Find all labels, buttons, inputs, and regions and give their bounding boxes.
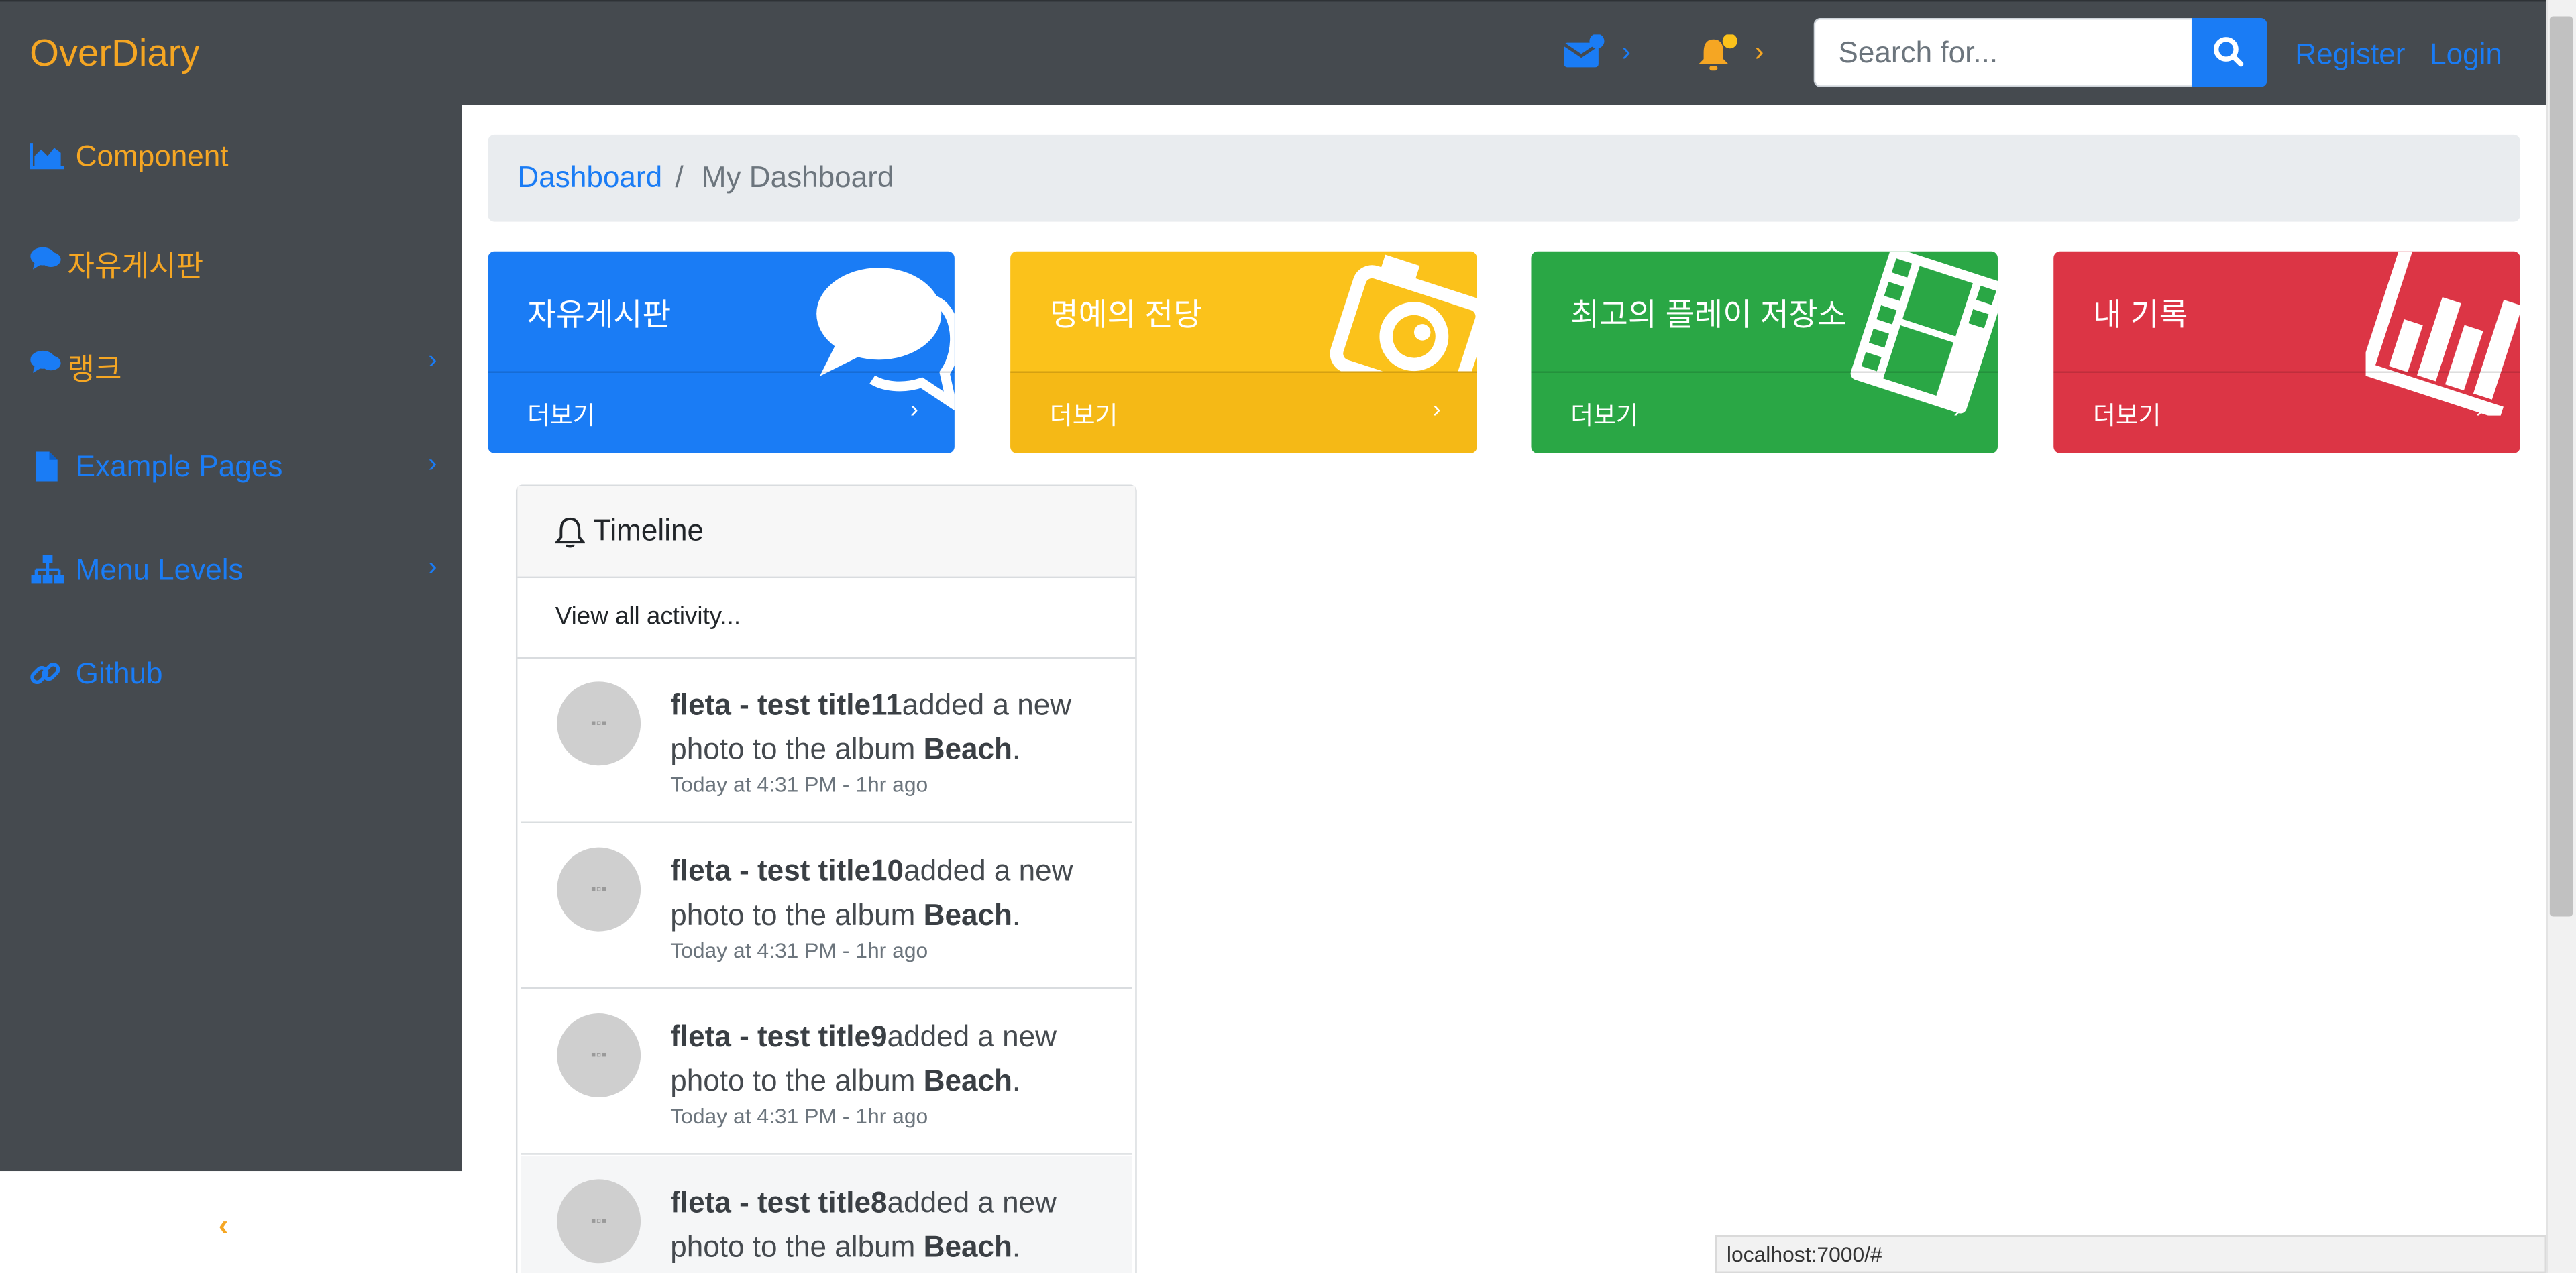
card-more-link[interactable]: 더보기 › — [1531, 371, 1998, 453]
timeline-time: Today at 4:31 PM - 1hr ago — [670, 772, 928, 797]
sitemap-icon — [30, 553, 66, 594]
sidebar-item-label: 랭크 — [67, 353, 122, 386]
sidebar-item-github[interactable]: Github — [30, 651, 440, 700]
timeline-album: Beach — [923, 732, 1012, 766]
chevron-right-icon: › — [1953, 396, 1962, 424]
comments-icon — [30, 347, 62, 384]
chevron-right-icon: › — [2475, 396, 2484, 424]
sidebar: Component 자유게시판 랭크 › Example Pages › Men… — [0, 105, 462, 1172]
timeline-text: fleta - test title11added a new photo to… — [670, 688, 1072, 766]
card-more-link[interactable]: 더보기 › — [488, 371, 955, 453]
card-hall-of-fame: 명예의 전당 더보기 › — [1010, 251, 1477, 453]
bell-outline-icon — [554, 516, 586, 557]
view-all-label: View all activity... — [555, 602, 741, 631]
timeline-user: fleta - test title8 — [670, 1186, 888, 1219]
avatar: ▪▫▪ — [557, 1179, 641, 1264]
breadcrumb-current: My Dashboard — [701, 161, 894, 194]
card-more-link[interactable]: 더보기 › — [1010, 371, 1477, 453]
area-chart-icon — [30, 140, 66, 180]
sidebar-item-menu-levels[interactable]: Menu Levels › — [30, 547, 440, 596]
card-best-play: 최고의 플레이 저장소 더보기 › — [1531, 251, 1998, 453]
link-icon — [30, 657, 62, 698]
top-navbar: OverDiary › › Register Login — [0, 0, 2546, 105]
timeline-header: Timeline — [517, 486, 1136, 579]
timeline-text: fleta - test title8added a new photo to … — [670, 1186, 1057, 1264]
card-title: 내 기록 — [2093, 298, 2188, 334]
card-more-label: 더보기 — [2093, 402, 2161, 431]
timeline-item[interactable]: ▪▫▪ fleta - test title10added a new phot… — [521, 824, 1132, 989]
breadcrumb: Dashboard / My Dashboard — [488, 134, 2520, 222]
bell-icon[interactable] — [1697, 34, 1743, 82]
comments-icon — [30, 243, 62, 280]
alerts-chevron-icon[interactable]: › — [1755, 36, 1764, 69]
sidebar-item-label: 자유게시판 — [67, 250, 204, 283]
status-url: localhost:7000/# — [1715, 1235, 2546, 1273]
view-all-activity-link[interactable]: View all activity... — [517, 577, 1136, 659]
chevron-right-icon: › — [428, 450, 437, 478]
brand-logo[interactable]: OverDiary — [30, 32, 200, 76]
sidebar-item-label: Example Pages — [75, 450, 283, 484]
sidebar-item-example-pages[interactable]: Example Pages › — [30, 443, 440, 492]
breadcrumb-dashboard-link[interactable]: Dashboard — [517, 161, 662, 195]
sidebar-item-label: Component — [75, 140, 229, 173]
envelope-icon[interactable] — [1562, 34, 1605, 82]
avatar: ▪▫▪ — [557, 847, 641, 932]
sidebar-item-label: Github — [75, 657, 163, 690]
card-title: 자유게시판 — [527, 298, 672, 334]
timeline-album: Beach — [923, 1230, 1012, 1264]
chevron-right-icon: › — [1432, 396, 1441, 424]
timeline-user: fleta - test title11 — [670, 688, 902, 722]
timeline-item[interactable]: ▪▫▪ fleta - test title11added a new phot… — [521, 659, 1132, 823]
timeline-item[interactable]: ▪▫▪ fleta - test title8added a new photo… — [521, 1156, 1132, 1273]
login-link[interactable]: Login — [2430, 38, 2502, 72]
timeline-time: Today at 4:31 PM - 1hr ago — [670, 1103, 928, 1129]
card-title: 명예의 전당 — [1049, 298, 1202, 334]
file-icon — [30, 450, 62, 491]
sidebar-item-free-board[interactable]: 자유게시판 — [30, 237, 440, 286]
timeline-text: fleta - test title10added a new photo to… — [670, 854, 1073, 932]
card-more-label: 더보기 — [1049, 402, 1118, 431]
timeline-user: fleta - test title10 — [670, 854, 904, 887]
search-button[interactable] — [2191, 17, 2267, 87]
page: OverDiary › › Register Login — [0, 0, 2576, 1273]
search-icon — [2214, 37, 2244, 67]
chevron-right-icon: › — [428, 346, 437, 375]
timeline-user: fleta - test title9 — [670, 1019, 888, 1053]
sidebar-item-rank[interactable]: 랭크 › — [30, 340, 440, 389]
timeline-album: Beach — [923, 898, 1012, 932]
sidebar-toggle-button[interactable]: ‹ — [219, 1209, 229, 1243]
scrollbar-thumb[interactable] — [2549, 16, 2573, 917]
register-link[interactable]: Register — [2295, 38, 2405, 72]
card-more-label: 더보기 — [527, 402, 596, 431]
breadcrumb-separator: / — [675, 161, 684, 194]
timeline-item[interactable]: ▪▫▪ fleta - test title9added a new photo… — [521, 990, 1132, 1155]
avatar: ▪▫▪ — [557, 681, 641, 766]
chevron-right-icon: › — [910, 396, 918, 424]
chevron-right-icon: › — [428, 553, 437, 582]
timeline-title: Timeline — [593, 514, 704, 547]
sidebar-item-component[interactable]: Component — [30, 133, 440, 182]
avatar: ▪▫▪ — [557, 1013, 641, 1097]
search-input[interactable] — [1813, 17, 2194, 87]
card-free-board: 자유게시판 더보기 › — [488, 251, 955, 453]
card-my-records: 내 기록 더보기 › — [2053, 251, 2520, 453]
timeline-text: fleta - test title9added a new photo to … — [670, 1019, 1057, 1097]
timeline-time: Today at 4:31 PM - 1hr ago — [670, 938, 928, 963]
sidebar-item-label: Menu Levels — [75, 553, 244, 587]
card-more-label: 더보기 — [1570, 402, 1639, 431]
messages-chevron-icon[interactable]: › — [1621, 36, 1631, 69]
sidebar-footer — [0, 1171, 462, 1273]
card-more-link[interactable]: 더보기 › — [2053, 371, 2520, 453]
timeline-album: Beach — [923, 1064, 1012, 1097]
card-title: 최고의 플레이 저장소 — [1570, 298, 1847, 334]
timeline-panel: Timeline View all activity... ▪▫▪ fleta … — [515, 484, 1137, 1273]
